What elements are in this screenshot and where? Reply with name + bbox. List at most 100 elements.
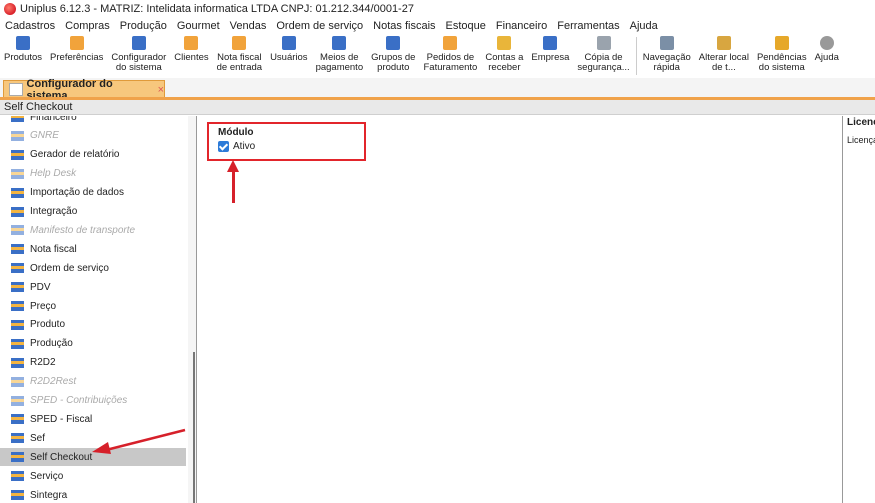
toolbar-button[interactable]: Navegação rápida (639, 34, 695, 73)
sidebar-item-label: SPED - Fiscal (30, 413, 93, 425)
sidebar-item-label: Ordem de serviço (30, 262, 109, 274)
sidebar-item[interactable]: Produto (0, 316, 186, 334)
sidebar-item[interactable]: Serviço (0, 467, 186, 485)
toolbar-button[interactable]: Empresa (527, 34, 573, 63)
module-icon (11, 244, 24, 255)
sidebar-item[interactable]: SPED - Contribuições (0, 392, 186, 410)
scrollbar-thumb[interactable] (193, 352, 195, 503)
orders-icon (443, 36, 458, 50)
menu-item[interactable]: Compras (60, 20, 115, 32)
toolbar-button[interactable]: Nota fiscal de entrada (213, 34, 266, 73)
menu-item[interactable]: Gourmet (172, 20, 225, 32)
module-settings-panel: Módulo Ativo (197, 116, 842, 503)
close-icon[interactable]: × (158, 84, 164, 96)
sidebar-item-label: Manifesto de transporte (30, 224, 136, 236)
toolbar-label: Clientes (174, 52, 209, 63)
menu-item[interactable]: Ordem de serviço (271, 20, 368, 32)
sidebar-item[interactable]: Importação de dados (0, 184, 186, 202)
module-icon (11, 206, 24, 217)
sidebar-item-label: Serviço (30, 470, 64, 482)
backup-icon (596, 36, 611, 50)
tab-configurador[interactable]: Configurador do sistema × (3, 78, 165, 102)
users-icon (281, 36, 296, 50)
module-icon (11, 433, 24, 444)
sidebar-item[interactable]: R2D2Rest (0, 373, 186, 391)
module-icon (11, 319, 24, 330)
toolbar: Produtos Preferências Configurador do siste… (0, 34, 875, 79)
module-icon (11, 357, 24, 368)
toolbar-label-line2: segurança... (577, 62, 630, 73)
toolbar-button[interactable]: Meios de pagamento (312, 34, 368, 73)
menu-item[interactable]: Ferramentas (552, 20, 624, 32)
module-icon (11, 263, 24, 274)
module-icon (11, 338, 24, 349)
sidebar-item[interactable]: Sintegra (0, 486, 186, 503)
toolbar-button[interactable]: Clientes (170, 34, 212, 63)
sidebar-item[interactable]: Ordem de serviço (0, 259, 186, 277)
menu-item[interactable]: Ajuda (625, 20, 663, 32)
sidebar-item-label: GNRE (30, 130, 59, 142)
sidebar-item[interactable]: GNRE (0, 127, 186, 145)
module-group: Módulo Ativo (207, 122, 366, 161)
sidebar-item[interactable]: SPED - Fiscal (0, 410, 186, 428)
sidebar-item[interactable]: Integração (0, 203, 186, 221)
toolbar-button[interactable]: Alterar local de t... (695, 34, 753, 73)
coins-icon (497, 36, 512, 50)
sidebar-item[interactable]: Manifesto de transporte (0, 221, 186, 239)
sidebar-item[interactable]: PDV (0, 278, 186, 296)
toolbar-button[interactable]: Contas a receber (481, 34, 527, 73)
toolbar-button[interactable]: Grupos de produto (367, 34, 419, 73)
sidebar-item[interactable]: Produção (0, 335, 186, 353)
toolbar-label-line2: rápida (653, 62, 680, 73)
menu-item[interactable]: Produção (115, 20, 172, 32)
sidebar-item[interactable]: R2D2 (0, 354, 186, 372)
annotation-arrow-left (92, 428, 186, 454)
sidebar-item[interactable]: Nota fiscal (0, 240, 186, 258)
toolbar-button[interactable]: Ajuda (811, 34, 843, 63)
sidebar-item-label: Produção (30, 338, 73, 350)
sidebar-item-label: Nota fiscal (30, 243, 77, 255)
module-icon (11, 116, 24, 122)
sidebar-item[interactable]: Help Desk (0, 165, 186, 183)
license-header: Licença (847, 117, 875, 128)
preferences-icon (69, 36, 84, 50)
title-bar: Uniplus 6.12.3 - MATRIZ: Intelidata info… (0, 0, 875, 17)
ativo-checkbox[interactable] (218, 141, 229, 152)
toolbar-button[interactable]: Configurador do sistema (107, 34, 170, 73)
toolbar-button[interactable]: Cópia de segurança... (573, 34, 633, 73)
toolbar-button[interactable]: Usuários (266, 34, 312, 63)
module-icon (11, 376, 24, 387)
sidebar-item-label: Sef (30, 432, 46, 444)
menu-item[interactable]: Estoque (441, 20, 491, 32)
sidebar-item[interactable]: Financeiro (0, 116, 186, 126)
toolbar-label: Preferências (50, 52, 104, 63)
module-icon (11, 130, 24, 141)
warning-icon (774, 36, 789, 50)
module-icon (11, 395, 24, 406)
toolbar-button[interactable]: Produtos (0, 34, 46, 63)
module-icon (11, 187, 24, 198)
menu-item[interactable]: Financeiro (491, 20, 552, 32)
toolbar-button[interactable]: Preferências (46, 34, 107, 63)
navigation-icon (659, 36, 674, 50)
sidebar-item-label: Sintegra (30, 489, 68, 501)
help-icon (819, 36, 834, 50)
module-icon (11, 282, 24, 293)
sidebar-item-label: Importação de dados (30, 187, 124, 199)
module-icon (11, 490, 24, 500)
invoice-icon (232, 36, 247, 50)
menu-item[interactable]: Notas fiscais (368, 20, 440, 32)
menu-item[interactable]: Vendas (225, 20, 272, 32)
toolbar-label-line2: do sistema (115, 62, 162, 73)
toolbar-label: Produtos (4, 52, 43, 63)
menu-item[interactable]: Cadastros (0, 20, 60, 32)
tab-bar: Configurador do sistema × (0, 78, 875, 102)
sidebar-item[interactable]: Preço (0, 297, 186, 315)
toolbar-label-line2: receber (488, 62, 521, 73)
ativo-label[interactable]: Ativo (233, 141, 255, 152)
toolbar-button[interactable]: Pedidos de Faturamento (419, 34, 481, 73)
toolbar-button[interactable]: Pendências do sistema (753, 34, 811, 73)
sidebar-item[interactable]: Gerador de relatório (0, 146, 186, 164)
toolbar-label-line2: produto (377, 62, 410, 73)
section-title: Self Checkout (0, 100, 875, 115)
